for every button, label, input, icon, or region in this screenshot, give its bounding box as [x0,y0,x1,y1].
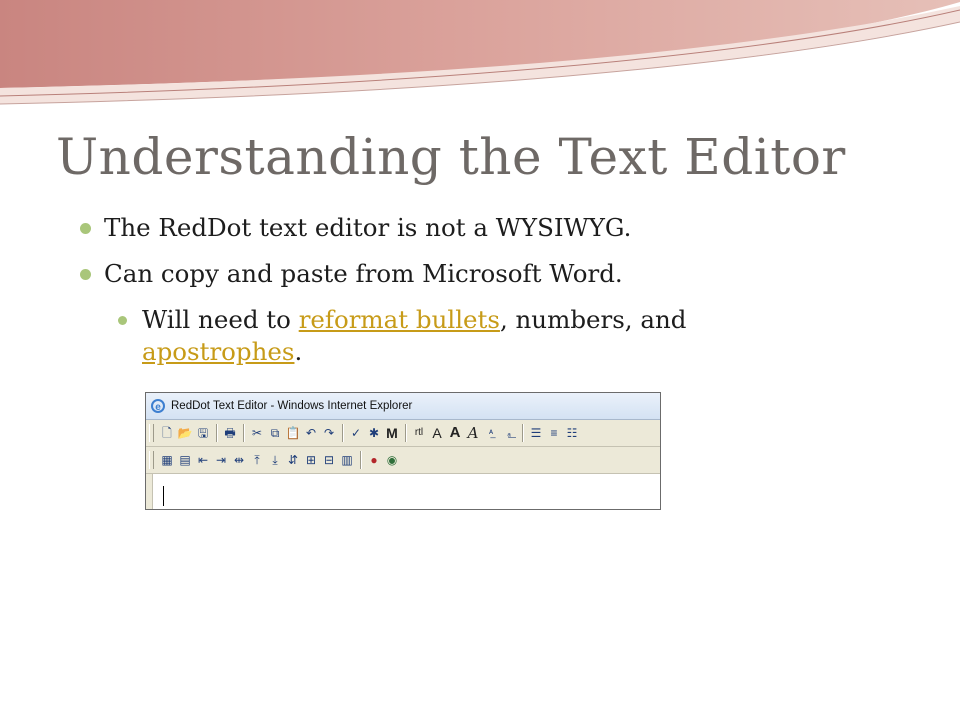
bullet-list: The RedDot text editor is not a WYSIWYG.… [80,212,940,368]
superscript-icon[interactable]: ᴬ̲ [483,425,499,441]
reformat-bullets-link[interactable]: reformat bullets [299,305,500,334]
edit-area-gutter [146,474,153,509]
bold-button[interactable]: A [447,425,463,441]
bullet-dot-icon [80,223,91,234]
insert-row-below-icon[interactable]: ⤓ [267,452,283,468]
insert-row-above-icon[interactable]: ⤒ [249,452,265,468]
merge-cells-icon[interactable]: ⊞ [303,452,319,468]
bulleted-list-icon[interactable]: ☷ [564,425,580,441]
redo-icon[interactable]: ↷ [321,425,337,441]
delete-column-icon[interactable]: ⇹ [231,452,247,468]
insert-link-icon[interactable]: ● [366,452,382,468]
page-title: Understanding the Text Editor [56,128,846,186]
header-swoosh-decoration [0,0,960,105]
toolbar-separator [360,451,361,469]
text-edit-area[interactable] [146,474,660,509]
paste-icon[interactable]: 📋 [285,425,301,441]
sub-bullet-middle: , numbers, and [499,305,687,334]
split-cells-icon[interactable]: ⊟ [321,452,337,468]
delete-row-icon[interactable]: ⇵ [285,452,301,468]
insert-table-icon[interactable]: ▦ [159,452,175,468]
align-right-icon[interactable]: ≡ [546,425,562,441]
cell-properties-icon[interactable]: ▥ [339,452,355,468]
font-size-button[interactable]: A [429,425,445,441]
window-title-bar: e RedDot Text Editor - Windows Internet … [146,393,660,420]
spellcheck-icon[interactable]: ✓ [348,425,364,441]
subscript-icon[interactable]: ₐ͟ [501,425,517,441]
toolbar-separator [342,424,343,442]
table-properties-icon[interactable]: ▤ [177,452,193,468]
italic-button[interactable]: A [465,425,481,441]
toolbar-grip[interactable] [149,424,154,442]
toolbar-table: ▦ ▤ ⇤ ⇥ ⇹ ⤒ ⤓ ⇵ ⊞ ⊟ ▥ ● ◉ [146,447,660,474]
sub-bullet-suffix: . [294,337,303,366]
bullet-dot-icon [80,269,91,280]
toolbar-separator [243,424,244,442]
sub-bullet-item: Will need to reformat bullets, numbers, … [118,304,782,368]
toolbar-separator [405,424,406,442]
sub-bullet-prefix: Will need to [142,305,299,334]
insert-column-left-icon[interactable]: ⇤ [195,452,211,468]
remove-link-icon[interactable]: ◉ [384,452,400,468]
bullet-text: Can copy and paste from Microsoft Word. [104,259,623,288]
bullet-text: The RedDot text editor is not a WYSIWYG. [104,213,632,242]
save-icon[interactable]: 🖫 [195,425,211,441]
undo-icon[interactable]: ↶ [303,425,319,441]
rtl-button[interactable]: rtl [411,425,427,441]
toolbar-separator [522,424,523,442]
insert-column-right-icon[interactable]: ⇥ [213,452,229,468]
editor-screenshot: e RedDot Text Editor - Windows Internet … [145,392,661,510]
special-character-icon[interactable]: ✱ [366,425,382,441]
cut-icon[interactable]: ✂ [249,425,265,441]
bullet-item: The RedDot text editor is not a WYSIWYG. [80,212,940,244]
open-folder-icon[interactable]: 📂 [177,425,193,441]
toolbar-separator [216,424,217,442]
text-caret [163,486,164,506]
toolbar-grip[interactable] [149,451,154,469]
toolbar-formatting: 🗋 📂 🖫 🖶 ✂ ⧉ 📋 ↶ ↷ ✓ ✱ M rtl A A A ᴬ̲ ₐ͟ … [146,420,660,447]
copy-icon[interactable]: ⧉ [267,425,283,441]
window-title: RedDot Text Editor - Windows Internet Ex… [171,400,413,412]
internet-explorer-icon: e [151,399,165,413]
bullet-dot-icon [118,316,127,325]
bullet-item: Can copy and paste from Microsoft Word. [80,258,940,290]
bold-m-button[interactable]: M [384,425,400,441]
align-justify-icon[interactable]: ☰ [528,425,544,441]
apostrophes-link[interactable]: apostrophes [142,337,294,366]
print-icon[interactable]: 🖶 [222,425,238,441]
new-document-icon[interactable]: 🗋 [159,425,175,441]
